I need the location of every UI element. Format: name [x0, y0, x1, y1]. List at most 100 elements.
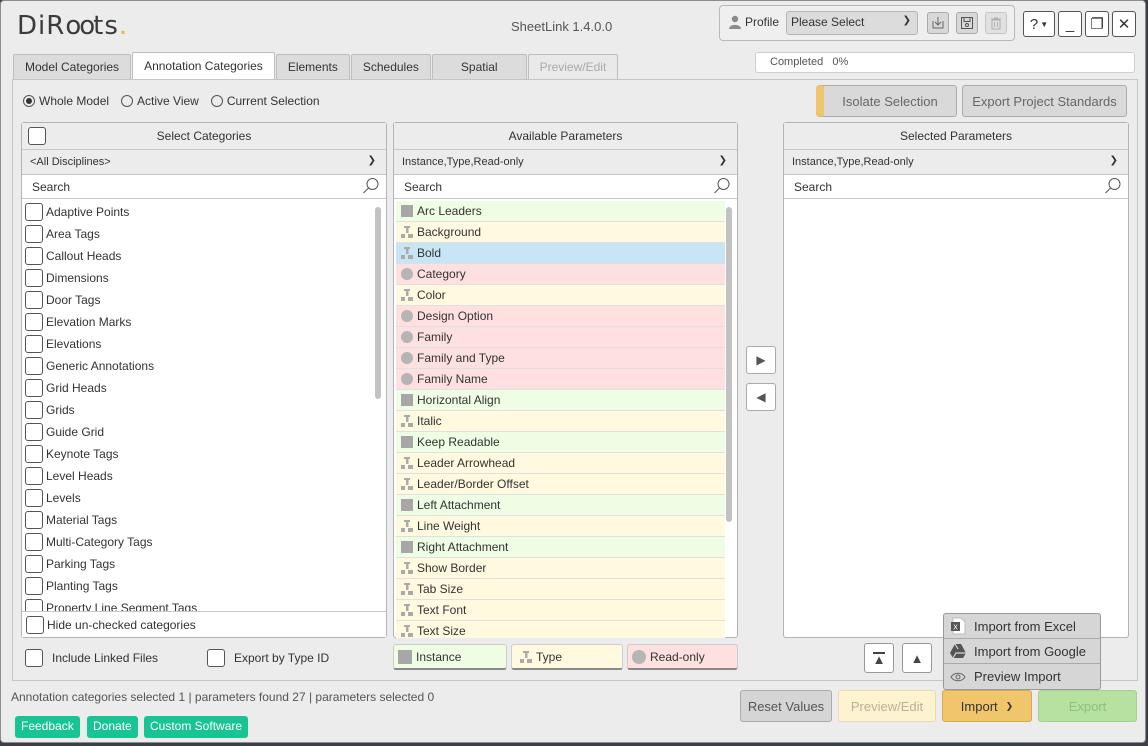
parameter-item[interactable]: Text Size [396, 621, 725, 638]
category-item[interactable]: Grids [22, 399, 386, 421]
category-checkbox[interactable] [25, 379, 43, 397]
parameter-item[interactable]: Show Border [396, 558, 725, 579]
export-project-standards-button[interactable]: Export Project Standards [962, 85, 1127, 117]
parameter-item[interactable]: Bold [396, 243, 725, 264]
category-checkbox[interactable] [25, 423, 43, 441]
category-checkbox[interactable] [25, 533, 43, 551]
parameter-item[interactable]: Category [396, 264, 725, 285]
category-item[interactable]: Keynote Tags [22, 443, 386, 465]
category-item[interactable]: Elevation Marks [22, 311, 386, 333]
category-checkbox[interactable] [25, 225, 43, 243]
add-parameter-button[interactable]: ▶ [746, 346, 776, 374]
import-from-excel-item[interactable]: X Import from Excel [944, 614, 1100, 639]
categories-search-input[interactable]: Search [22, 175, 386, 199]
include-linked-files-option[interactable]: Include Linked Files [25, 649, 158, 667]
select-all-checkbox[interactable] [28, 127, 46, 145]
category-item[interactable]: Material Tags [22, 509, 386, 531]
available-scrollbar[interactable] [726, 207, 732, 522]
category-item[interactable]: Dimensions [22, 267, 386, 289]
category-item[interactable]: Property Line Segment Tags [22, 597, 386, 611]
available-search-input[interactable]: Search [394, 175, 737, 199]
category-checkbox[interactable] [25, 489, 43, 507]
category-item[interactable]: Levels [22, 487, 386, 509]
profile-select[interactable]: Please Select ❯ [786, 11, 918, 35]
category-checkbox[interactable] [25, 555, 43, 573]
categories-scrollbar[interactable] [375, 207, 381, 399]
preview-import-item[interactable]: Preview Import [944, 664, 1100, 689]
parameter-item[interactable]: Leader Arrowhead [396, 453, 725, 474]
tab-schedules[interactable]: Schedules [350, 54, 431, 79]
category-item[interactable]: Elevations [22, 333, 386, 355]
parameter-item[interactable]: Italic [396, 411, 725, 432]
hide-unchecked-checkbox[interactable] [26, 615, 44, 634]
parameter-item[interactable]: Design Option [396, 306, 725, 327]
import-button[interactable]: Import ❯ [942, 690, 1032, 722]
close-button[interactable]: ✕ [1112, 11, 1136, 37]
move-up-button[interactable]: ▲ [902, 643, 932, 673]
category-checkbox[interactable] [25, 269, 43, 287]
category-checkbox[interactable] [25, 445, 43, 463]
parameter-item[interactable]: Family Name [396, 369, 725, 390]
parameter-item[interactable]: Family [396, 327, 725, 348]
discipline-dropdown[interactable]: <All Disciplines> ❯ [22, 150, 386, 175]
radio-active-view[interactable]: Active View [121, 94, 199, 108]
category-checkbox[interactable] [25, 401, 43, 419]
selected-filter-dropdown[interactable]: Instance,Type,Read-only ❯ [784, 150, 1128, 175]
parameter-item[interactable]: Text Font [396, 600, 725, 621]
category-checkbox[interactable] [25, 203, 43, 221]
available-filter-dropdown[interactable]: Instance,Type,Read-only ❯ [394, 150, 737, 175]
parameter-item[interactable]: Right Attachment [396, 537, 725, 558]
feedback-button[interactable]: Feedback [15, 716, 80, 738]
radio-whole-model[interactable]: Whole Model [23, 94, 109, 108]
parameter-item[interactable]: Arc Leaders [396, 201, 725, 222]
move-to-top-button[interactable]: ▲ [864, 643, 894, 673]
export-by-type-id-option[interactable]: Export by Type ID [207, 649, 329, 667]
parameter-item[interactable]: Line Weight [396, 516, 725, 537]
parameter-item[interactable]: Background [396, 222, 725, 243]
parameter-item[interactable]: Left Attachment [396, 495, 725, 516]
category-item[interactable]: Parking Tags [22, 553, 386, 575]
category-item[interactable]: Callout Heads [22, 245, 386, 267]
import-profile-button[interactable] [927, 12, 949, 34]
custom-software-button[interactable]: Custom Software [144, 716, 249, 738]
parameter-item[interactable]: Leader/Border Offset [396, 474, 725, 495]
category-item[interactable]: Grid Heads [22, 377, 386, 399]
selected-search-input[interactable]: Search [784, 175, 1128, 199]
category-checkbox[interactable] [25, 291, 43, 309]
category-checkbox[interactable] [25, 511, 43, 529]
include-linked-files-checkbox[interactable] [25, 649, 43, 667]
parameter-item[interactable]: Tab Size [396, 579, 725, 600]
category-item[interactable]: Door Tags [22, 289, 386, 311]
reset-values-button[interactable]: Reset Values [740, 690, 832, 722]
category-item[interactable]: Generic Annotations [22, 355, 386, 377]
category-checkbox[interactable] [25, 247, 43, 265]
parameter-item[interactable]: Horizontal Align [396, 390, 725, 411]
restore-button[interactable]: ❐ [1085, 11, 1109, 37]
tab-spatial[interactable]: Spatial [431, 54, 527, 79]
minimize-button[interactable]: _ [1058, 11, 1082, 37]
save-profile-button[interactable] [956, 12, 978, 34]
export-by-type-id-checkbox[interactable] [207, 649, 225, 667]
parameter-item[interactable]: Keep Readable [396, 432, 725, 453]
isolate-selection-button[interactable]: Isolate Selection [816, 85, 957, 117]
category-item[interactable]: Level Heads [22, 465, 386, 487]
category-checkbox[interactable] [25, 599, 43, 611]
radio-current-selection[interactable]: Current Selection [210, 94, 320, 108]
parameter-item[interactable]: Family and Type [396, 348, 725, 369]
tab-annotation-categories[interactable]: Annotation Categories [132, 52, 275, 79]
category-checkbox[interactable] [25, 467, 43, 485]
hide-unchecked-option[interactable]: Hide un-checked categories [22, 611, 386, 637]
category-item[interactable]: Adaptive Points [22, 201, 386, 223]
category-item[interactable]: Multi-Category Tags [22, 531, 386, 553]
parameter-item[interactable]: Color [396, 285, 725, 306]
category-checkbox[interactable] [25, 577, 43, 595]
category-item[interactable]: Guide Grid [22, 421, 386, 443]
tab-model-categories[interactable]: Model Categories [13, 54, 132, 79]
donate-button[interactable]: Donate [87, 716, 138, 738]
tab-elements[interactable]: Elements [275, 54, 350, 79]
delete-profile-button[interactable] [985, 12, 1007, 34]
remove-parameter-button[interactable]: ◀ [746, 383, 776, 411]
category-item[interactable]: Area Tags [22, 223, 386, 245]
category-checkbox[interactable] [25, 357, 43, 375]
category-checkbox[interactable] [25, 313, 43, 331]
